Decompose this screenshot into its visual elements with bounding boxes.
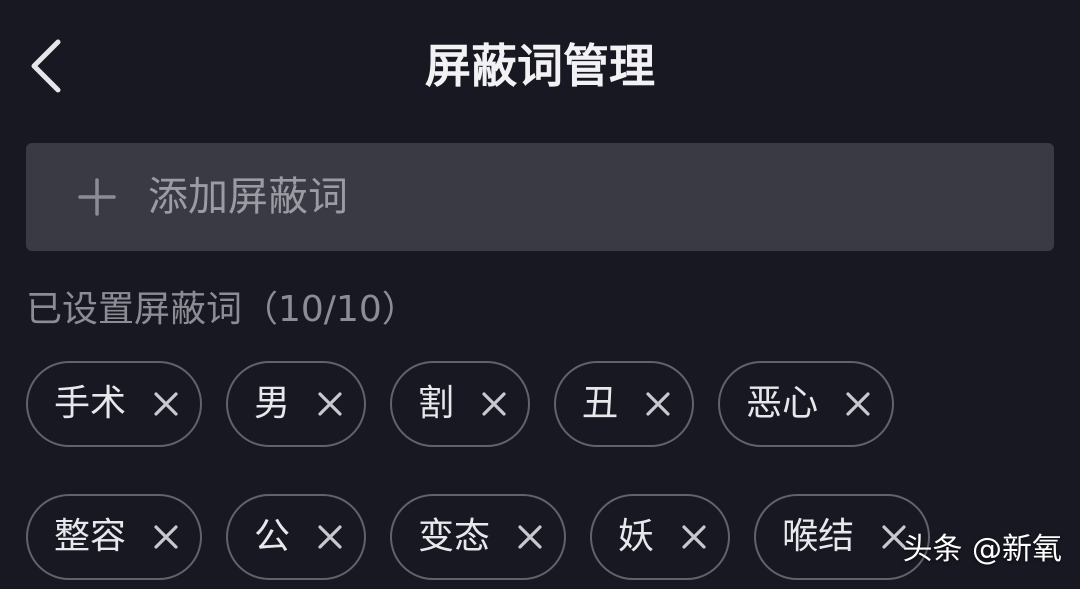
blocked-word-label: 公 bbox=[254, 517, 290, 557]
close-icon[interactable] bbox=[316, 390, 344, 418]
blocked-word-chip: 手术 bbox=[26, 361, 202, 447]
close-icon[interactable] bbox=[480, 390, 508, 418]
blocked-word-chip: 恶心 bbox=[718, 361, 894, 447]
blocked-word-chip: 丑 bbox=[554, 361, 694, 447]
blocked-words-count-label: 已设置屏蔽词（10/10） bbox=[26, 284, 418, 336]
close-icon[interactable] bbox=[152, 523, 180, 551]
blocked-word-chip: 整容 bbox=[26, 494, 202, 580]
blocked-word-chip: 公 bbox=[226, 494, 366, 580]
header-bar: 屏蔽词管理 bbox=[0, 0, 1080, 130]
page-title: 屏蔽词管理 bbox=[0, 36, 1080, 96]
blocked-word-label: 喉结 bbox=[782, 517, 854, 557]
watermark-text: 头条 @新氧 bbox=[902, 528, 1062, 572]
close-icon[interactable] bbox=[516, 523, 544, 551]
blocked-word-label: 男 bbox=[254, 384, 290, 424]
blocked-word-chip: 割 bbox=[390, 361, 530, 447]
plus-icon[interactable] bbox=[78, 178, 116, 216]
blocked-word-chip: 妖 bbox=[590, 494, 730, 580]
blocked-words-row: 整容 公 变态 妖 喉结 bbox=[26, 494, 930, 580]
close-icon[interactable] bbox=[152, 390, 180, 418]
blocked-word-label: 整容 bbox=[54, 517, 126, 557]
blocked-word-label: 丑 bbox=[582, 384, 618, 424]
blocked-words-row: 手术 男 割 丑 恶心 bbox=[26, 361, 894, 447]
blocked-word-label: 变态 bbox=[418, 517, 490, 557]
close-icon[interactable] bbox=[316, 523, 344, 551]
blocked-word-label: 妖 bbox=[618, 517, 654, 557]
close-icon[interactable] bbox=[644, 390, 672, 418]
blocked-word-chip: 变态 bbox=[390, 494, 566, 580]
add-word-input[interactable] bbox=[148, 167, 1008, 227]
close-icon[interactable] bbox=[680, 523, 708, 551]
close-icon[interactable] bbox=[844, 390, 872, 418]
blocked-word-label: 割 bbox=[418, 384, 454, 424]
blocked-word-label: 手术 bbox=[54, 384, 126, 424]
add-word-bar[interactable] bbox=[26, 143, 1054, 251]
blocked-word-label: 恶心 bbox=[746, 384, 818, 424]
blocked-word-chip: 男 bbox=[226, 361, 366, 447]
